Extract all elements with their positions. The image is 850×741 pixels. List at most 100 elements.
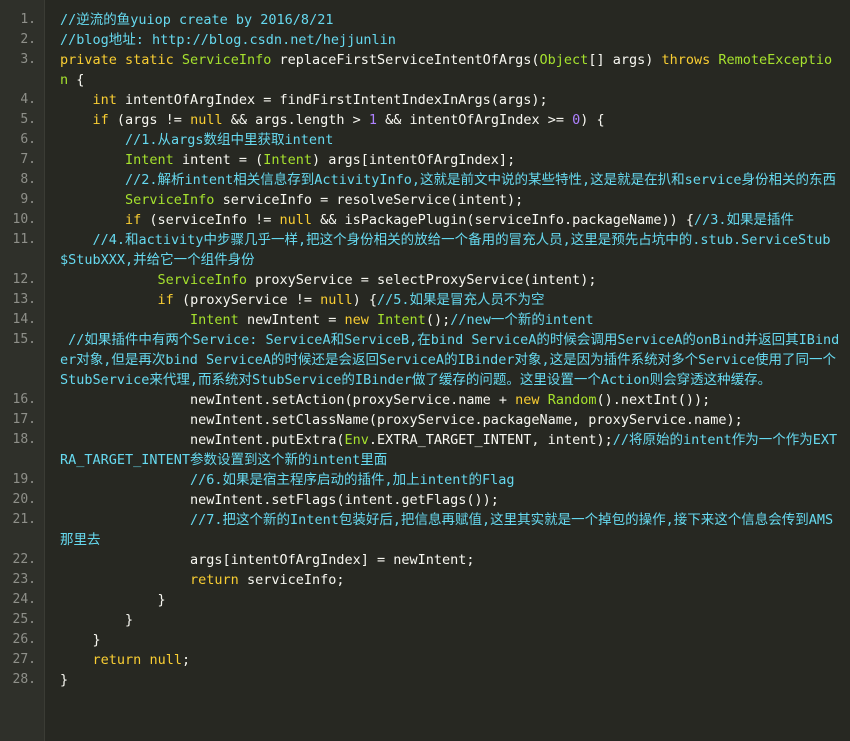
code-token: //1.从args数组中里获取intent (125, 132, 334, 148)
code-line: 6. //1.从args数组中里获取intent (20, 130, 840, 150)
code-token: return (92, 652, 142, 668)
code-token: //5.如果是冒充人员不为空 (377, 292, 545, 308)
code-line: 4. int intentOfArgIndex = findFirstInten… (20, 90, 840, 110)
code-token: if (125, 212, 142, 228)
line-number: 24. (12, 592, 36, 607)
line-number: 27. (12, 652, 36, 667)
code-token: new (515, 392, 540, 408)
line-number: 10. (12, 212, 36, 227)
code-line: 11. //4.和activity中步骤几乎一样,把这个身份相关的放给一个备用的… (13, 230, 840, 270)
code-line: 22. args[intentOfArgIndex] = newIntent; (13, 550, 840, 570)
line-number: 16. (12, 392, 36, 407)
code-token: && isPackagePlugin(serviceInfo.packageNa… (311, 212, 694, 228)
code-token: if (157, 292, 174, 308)
code-token: ().nextInt()); (596, 392, 711, 408)
code-line: 26. } (13, 630, 840, 650)
code-token: } (60, 632, 101, 648)
line-number: 25. (12, 612, 36, 627)
line-number: 2. (20, 32, 36, 47)
code-token: int (92, 92, 117, 108)
line-number: 19. (12, 472, 36, 487)
line-number: 9. (20, 192, 36, 207)
code-token: intentOfArgIndex = findFirstIntentIndexI… (116, 92, 548, 108)
code-token: 1 (368, 112, 378, 128)
code-token: Intent (125, 152, 174, 168)
line-number: 4. (20, 92, 36, 107)
code-line: 17. newIntent.setClassName(proxyService.… (13, 410, 840, 430)
code-token: ServiceInfo (157, 272, 247, 288)
line-number: 13. (12, 292, 36, 307)
code-token: replaceFirstServiceIntentOfArgs( (271, 52, 540, 68)
code-line: 7. Intent intent = (Intent) args[intentO… (20, 150, 840, 170)
code-token: serviceInfo = resolveService(intent); (214, 192, 524, 208)
code-line: 3. private static ServiceInfo replaceFirs… (20, 50, 840, 90)
code-token: //3.如果是插件 (694, 212, 795, 228)
code-line: 12. ServiceInfo proxyService = selectPro… (13, 270, 840, 290)
code-token: //如果插件中有两个Service: ServiceA和ServiceB,在bi… (60, 332, 840, 388)
code-line: 1. //逆流的鱼yuiop create by 2016/8/21 (20, 10, 840, 30)
code-token: null (320, 292, 353, 308)
code-token: //blog地址: http://blog.csdn.net/hejjunlin (60, 32, 396, 48)
line-number: 17. (12, 412, 36, 427)
code-token: newIntent.setFlags(intent.getFlags()); (190, 492, 499, 508)
code-token: //逆流的鱼yuiop create by 2016/8/21 (60, 12, 334, 28)
code-token: Intent (263, 152, 312, 168)
line-number: 14. (12, 312, 36, 327)
code-token: intent = ( (173, 152, 264, 168)
code-line: 2. //blog地址: http://blog.csdn.net/hejjunl… (20, 30, 840, 50)
code-token: Env (344, 432, 369, 448)
code-line: 23. return serviceInfo; (13, 570, 840, 590)
line-number: 1. (20, 12, 36, 27)
code-token: //6.如果是宿主程序启动的插件,加上intent的Flag (190, 472, 515, 488)
line-number: 18. (12, 432, 36, 447)
code-line: 25. } (13, 610, 840, 630)
line-number: 7. (20, 152, 36, 167)
code-token: //new一个新的intent (450, 312, 594, 328)
code-token: (args != (108, 112, 191, 128)
code-line: 14. Intent newIntent = new Intent();//ne… (13, 310, 840, 330)
code-token: throws (661, 52, 719, 68)
line-number: 6. (20, 132, 36, 147)
line-number: 8. (20, 172, 36, 187)
code-token: newIntent.putExtra( (190, 432, 345, 448)
code-token: ) args[intentOfArgIndex]; (312, 152, 516, 168)
line-number: 5. (20, 112, 36, 127)
code-token: Intent (190, 312, 239, 328)
code-token: null (149, 652, 182, 668)
code-area[interactable]: 1. //逆流的鱼yuiop create by 2016/8/21 2. //blo… (13, 10, 840, 690)
code-token: } (60, 672, 69, 688)
code-token: Object (539, 52, 589, 68)
code-token: [] args) (588, 52, 662, 68)
code-token: Intent (377, 312, 426, 328)
code-token: (proxyService != (173, 292, 321, 308)
line-number: 22. (12, 552, 36, 567)
code-line: 13. if (proxyService != null) {//5.如果是冒充… (13, 290, 840, 310)
code-line: 28.} (13, 670, 840, 690)
line-number: 21. (12, 512, 36, 527)
line-number: 26. (12, 632, 36, 647)
code-token: if (92, 112, 109, 128)
code-token: ServiceInfo (125, 192, 215, 208)
code-token: null (190, 112, 223, 128)
code-token: Random (547, 392, 597, 408)
code-token: newIntent.setAction(proxyService.name + (190, 392, 516, 408)
line-number: 15. (12, 332, 36, 347)
code-line: 16. newIntent.setAction(proxyService.nam… (13, 390, 840, 410)
code-token: serviceInfo; (238, 572, 345, 588)
code-line: 15. //如果插件中有两个Service: ServiceA和ServiceB… (13, 330, 840, 390)
code-token: //2.解析intent相关信息存到ActivityInfo,这就是前文中说的某… (125, 172, 836, 188)
